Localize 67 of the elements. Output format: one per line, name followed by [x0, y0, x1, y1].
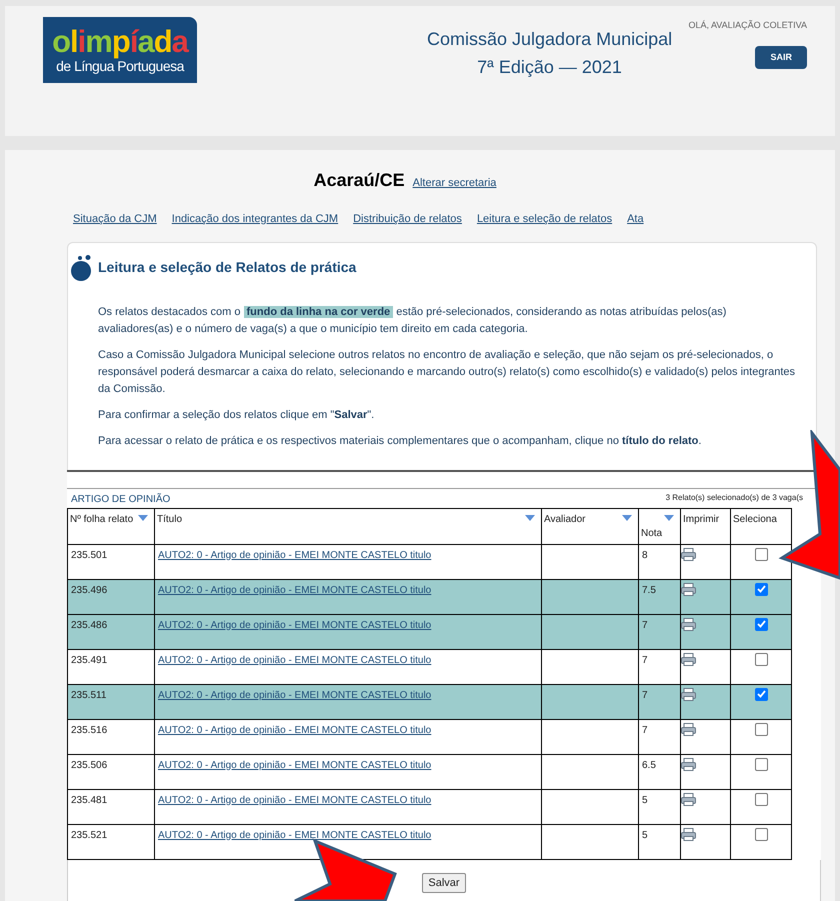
- printer-icon[interactable]: [681, 828, 696, 840]
- nav-link[interactable]: Ata: [627, 211, 644, 228]
- printer-icon[interactable]: [681, 618, 696, 630]
- select-checkbox[interactable]: [754, 722, 768, 736]
- select-checkbox[interactable]: [754, 618, 768, 630]
- sort-icon[interactable]: [525, 514, 535, 520]
- table-cell: 235.511: [71, 690, 106, 700]
- selection-summary: 3 Relato(s) selecionado(s) de 3 vaga(s: [666, 492, 803, 504]
- nav-link[interactable]: Leitura e seleção de relatos: [476, 211, 612, 228]
- logo: olimpíada de Língua Portuguesa: [43, 17, 197, 83]
- printer-icon[interactable]: [681, 652, 696, 666]
- info-paragraph: Para confirmar a seleção dos relatos clique em "Salvar".: [98, 408, 376, 422]
- table-cell: 235.516: [71, 724, 108, 736]
- select-checkbox[interactable]: [754, 582, 768, 596]
- table-cell: 235.506: [71, 760, 108, 770]
- select-checkbox[interactable]: [754, 548, 768, 560]
- table-cell: 235.491: [71, 654, 108, 666]
- printer-icon[interactable]: [681, 548, 696, 560]
- column-header: Nº folha relato: [70, 512, 134, 526]
- category-label: ARTIGO DE OPINIÃO: [71, 492, 170, 506]
- printer-icon[interactable]: [681, 792, 696, 806]
- column-header: Nota: [641, 526, 662, 540]
- column-header: Imprimir: [683, 512, 720, 526]
- change-secretariat-link[interactable]: Alterar secretaria: [412, 175, 496, 192]
- table-cell: 7: [642, 654, 648, 666]
- select-checkbox[interactable]: [754, 652, 768, 666]
- select-checkbox[interactable]: [754, 758, 768, 770]
- page-title: Comissão Julgadora Municipal: [427, 28, 672, 51]
- info-paragraph: Para acessar o relato de prática e os respectivos materiais complementares que o acompanham, clique no título do relato.: [98, 434, 702, 448]
- table-cell: 235.521: [71, 830, 108, 840]
- sort-icon[interactable]: [138, 514, 148, 520]
- city-name: Acaraú/CE: [314, 169, 405, 192]
- nav-link[interactable]: Distribuição de relatos: [353, 211, 462, 228]
- table-cell: 7: [642, 724, 648, 736]
- sort-icon[interactable]: [622, 514, 632, 520]
- page-title: 7ª Edição — 2021: [477, 56, 622, 79]
- table-cell: 5: [642, 794, 648, 806]
- nav-link[interactable]: Situação da CJM: [73, 211, 157, 228]
- table-cell: 235.496: [71, 584, 108, 596]
- save-button[interactable]: Salvar: [422, 872, 466, 893]
- info-paragraph: Os relatos destacados com o fundo da linha na cor verde estão pré-selecionados, considerando as notas atribuídas pelos(as) avaliadores(as) e o número de vaga(s) a que o município tem direito em cada categoria.: [98, 304, 728, 336]
- column-header: Seleciona: [733, 512, 777, 526]
- sort-icon[interactable]: [664, 514, 674, 520]
- printer-icon[interactable]: [681, 582, 696, 596]
- select-checkbox[interactable]: [754, 688, 768, 700]
- table-cell: 235.486: [71, 620, 108, 630]
- select-checkbox[interactable]: [754, 828, 768, 840]
- section-title: Leitura e seleção de Relatos de prática: [98, 258, 356, 277]
- select-checkbox[interactable]: [754, 792, 768, 806]
- table-cell: 6.5: [642, 760, 656, 770]
- column-header: Avaliador: [544, 512, 586, 526]
- printer-icon[interactable]: [681, 758, 696, 770]
- table-cell: 235.501: [71, 550, 108, 560]
- table-cell: 7: [642, 690, 648, 700]
- column-header: Título: [157, 512, 182, 526]
- greeting-text: OLÁ, AVALIAÇÃO COLETIVA: [688, 19, 807, 32]
- printer-icon[interactable]: [681, 722, 696, 736]
- info-paragraph: Caso a Comissão Julgadora Municipal selecione outros relatos no encontro de avaliação e seleção, que não sejam os pré-selecionados, o responsável poderá desmarcar a caixa do relato, selecionando e marcando outro(s) relato(s) como escolhido(s) e validado(s) pelos integrantes da Comissão.: [98, 348, 796, 396]
- printer-icon[interactable]: [681, 688, 696, 700]
- table-cell: 7.5: [642, 584, 656, 596]
- table-cell: 8: [642, 550, 648, 560]
- nav-link[interactable]: Indicação dos integrantes da CJM: [172, 211, 338, 228]
- bullet-icon: [71, 254, 93, 280]
- table-cell: 235.481: [71, 794, 108, 806]
- logout-button[interactable]: SAIR: [755, 46, 807, 69]
- table-cell: 7: [642, 620, 648, 630]
- table-cell: 5: [642, 830, 648, 840]
